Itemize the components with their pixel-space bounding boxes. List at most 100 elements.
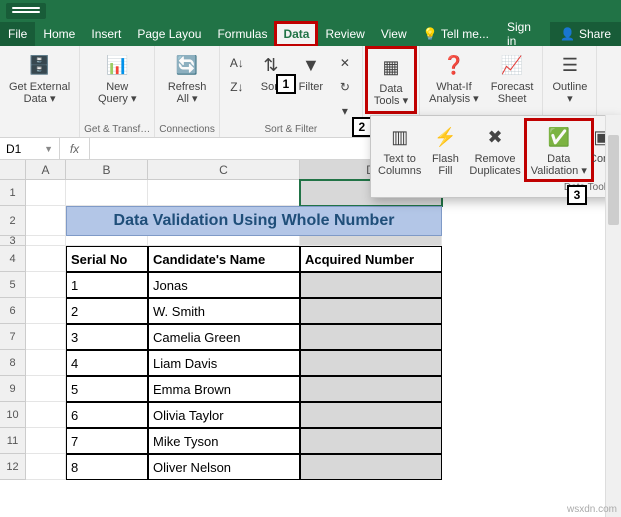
name-box[interactable]: D1▼	[0, 138, 60, 159]
get-external-data-button[interactable]: 🗄️Get External Data ▾	[4, 48, 75, 108]
cell-serial[interactable]: 2	[66, 298, 148, 324]
text-to-columns-button[interactable]: ▥Text to Columns	[373, 120, 426, 180]
header-candidate[interactable]: Candidate's Name	[148, 246, 300, 272]
title-cell[interactable]: Data Validation Using Whole Number	[66, 206, 442, 236]
outline-icon: ☰	[556, 51, 584, 79]
group-label-sortfilter: Sort & Filter	[264, 122, 317, 137]
cell-name[interactable]: Mike Tyson	[148, 428, 300, 454]
funnel-icon: ▼	[297, 51, 325, 79]
data-tools-icon: ▦	[377, 53, 405, 81]
query-icon: 📊	[103, 51, 131, 79]
chevron-down-icon: ▼	[44, 144, 53, 154]
cell-name[interactable]: Emma Brown	[148, 376, 300, 402]
callout-1: 1	[276, 74, 296, 94]
cell-name[interactable]: Camelia Green	[148, 324, 300, 350]
row-head[interactable]: 12	[0, 454, 26, 480]
refresh-icon: 🔄	[173, 51, 201, 79]
tab-home[interactable]: Home	[35, 22, 83, 46]
data-validation-button[interactable]: ✅Data Validation ▾	[526, 120, 592, 180]
cell-serial[interactable]: 6	[66, 402, 148, 428]
row-head[interactable]: 9	[0, 376, 26, 402]
ribbon-tabs: File Home Insert Page Layou Formulas Dat…	[0, 22, 621, 46]
data-tools-popup: ▥Text to Columns ⚡Flash Fill ✖Remove Dup…	[370, 115, 620, 198]
cell-serial[interactable]: 4	[66, 350, 148, 376]
row-head[interactable]: 2	[0, 206, 26, 236]
row-head[interactable]: 1	[0, 180, 26, 206]
row-head[interactable]: 6	[0, 298, 26, 324]
callout-2: 2	[352, 117, 372, 137]
col-head-a[interactable]: A	[26, 160, 66, 180]
row-head[interactable]: 8	[0, 350, 26, 376]
flash-fill-icon: ⚡	[431, 123, 459, 151]
filter-button[interactable]: ▼Filter	[292, 48, 330, 96]
signin-link[interactable]: Sign in	[497, 22, 550, 46]
cell-serial[interactable]: 8	[66, 454, 148, 480]
quick-access-menu[interactable]	[6, 3, 46, 19]
cell-acq[interactable]	[300, 402, 442, 428]
row-head[interactable]: 10	[0, 402, 26, 428]
tab-data[interactable]: Data	[275, 22, 317, 46]
reapply-button[interactable]: ↻	[332, 76, 358, 98]
cell-acq[interactable]	[300, 350, 442, 376]
sort-asc-icon: A↓	[229, 55, 245, 71]
tab-file[interactable]: File	[0, 22, 35, 46]
vertical-scrollbar[interactable]	[605, 115, 621, 517]
title-bar	[0, 0, 621, 22]
row-head[interactable]: 5	[0, 272, 26, 298]
col-head-c[interactable]: C	[148, 160, 300, 180]
group-label-gettrans: Get & Transf…	[84, 122, 150, 137]
new-query-button[interactable]: 📊New Query ▾	[93, 48, 142, 108]
header-acquired[interactable]: Acquired Number	[300, 246, 442, 272]
sort-desc-icon: Z↓	[229, 79, 245, 95]
tab-formulas[interactable]: Formulas	[209, 22, 275, 46]
header-serial[interactable]: Serial No	[66, 246, 148, 272]
remove-duplicates-button[interactable]: ✖Remove Duplicates	[464, 120, 525, 180]
col-head-b[interactable]: B	[66, 160, 148, 180]
whatif-icon: ❓	[440, 51, 468, 79]
row-head[interactable]: 11	[0, 428, 26, 454]
worksheet-grid[interactable]: A B C D 1 2 Data Validation Using Whole …	[0, 160, 621, 480]
cell-acq[interactable]	[300, 376, 442, 402]
cell-acq[interactable]	[300, 454, 442, 480]
reapply-icon: ↻	[337, 79, 353, 95]
data-tools-button[interactable]: ▦Data Tools ▾	[367, 48, 415, 112]
cell-acq[interactable]	[300, 272, 442, 298]
tab-tellme[interactable]: 💡 Tell me...	[415, 22, 497, 46]
forecast-sheet-button[interactable]: 📈Forecast Sheet	[486, 48, 539, 108]
tab-view[interactable]: View	[373, 22, 415, 46]
whatif-button[interactable]: ❓What-If Analysis ▾	[424, 48, 484, 108]
cell-acq[interactable]	[300, 428, 442, 454]
advanced-icon: ▾	[337, 103, 353, 119]
cell-name[interactable]: Oliver Nelson	[148, 454, 300, 480]
row-head[interactable]: 3	[0, 236, 26, 246]
clear-button[interactable]: ✕	[332, 52, 358, 74]
select-all-corner[interactable]	[0, 160, 26, 180]
sort-asc-button[interactable]: A↓	[224, 52, 250, 74]
cell-name[interactable]: W. Smith	[148, 298, 300, 324]
cell-serial[interactable]: 1	[66, 272, 148, 298]
fx-button[interactable]: fx	[60, 138, 90, 159]
row-head[interactable]: 4	[0, 246, 26, 272]
tab-pagelayout[interactable]: Page Layou	[129, 22, 209, 46]
sort-desc-button[interactable]: Z↓	[224, 76, 250, 98]
outline-button[interactable]: ☰Outline ▾	[547, 48, 592, 108]
scrollbar-thumb[interactable]	[608, 135, 619, 225]
tab-insert[interactable]: Insert	[83, 22, 129, 46]
cell-acq[interactable]	[300, 324, 442, 350]
tab-review[interactable]: Review	[317, 22, 372, 46]
row-head[interactable]: 7	[0, 324, 26, 350]
cell-name[interactable]: Jonas	[148, 272, 300, 298]
cell-serial[interactable]: 7	[66, 428, 148, 454]
flash-fill-button[interactable]: ⚡Flash Fill	[426, 120, 464, 180]
cell-acq[interactable]	[300, 298, 442, 324]
refresh-all-button[interactable]: 🔄Refresh All ▾	[163, 48, 212, 108]
database-icon: 🗄️	[26, 51, 54, 79]
lightbulb-icon: 💡	[423, 27, 438, 41]
cell-serial[interactable]: 5	[66, 376, 148, 402]
share-button[interactable]: 👤Share	[550, 22, 621, 46]
cell-serial[interactable]: 3	[66, 324, 148, 350]
watermark: wsxdn.com	[567, 504, 617, 515]
cell-name[interactable]: Olivia Taylor	[148, 402, 300, 428]
cell-name[interactable]: Liam Davis	[148, 350, 300, 376]
forecast-icon: 📈	[498, 51, 526, 79]
